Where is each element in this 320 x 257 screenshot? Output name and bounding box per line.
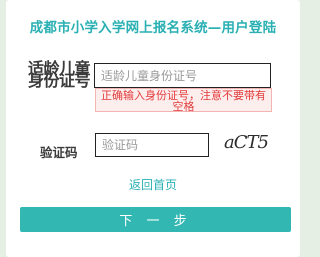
page-title: 成都市小学入学网上报名系统—用户登陆: [29, 20, 277, 36]
login-panel: 成都市小学入学网上报名系统—用户登陆 适龄儿童 身份证号 正确输入身份证号，注意…: [6, 0, 300, 257]
back-to-home-link[interactable]: 返回首页: [6, 176, 300, 193]
captcha-label: 验证码: [40, 145, 78, 160]
id-number-input[interactable]: [94, 63, 271, 88]
id-number-label-line2: 身份证号: [28, 71, 91, 90]
captcha-input[interactable]: [95, 133, 209, 157]
id-number-error-message: 正确输入身份证号，注意不要带有空格: [95, 88, 272, 112]
next-step-button[interactable]: 下 一 步: [20, 207, 291, 232]
captcha-image[interactable]: aCT5: [224, 132, 274, 158]
id-number-label: 适龄儿童 身份证号: [28, 60, 91, 90]
